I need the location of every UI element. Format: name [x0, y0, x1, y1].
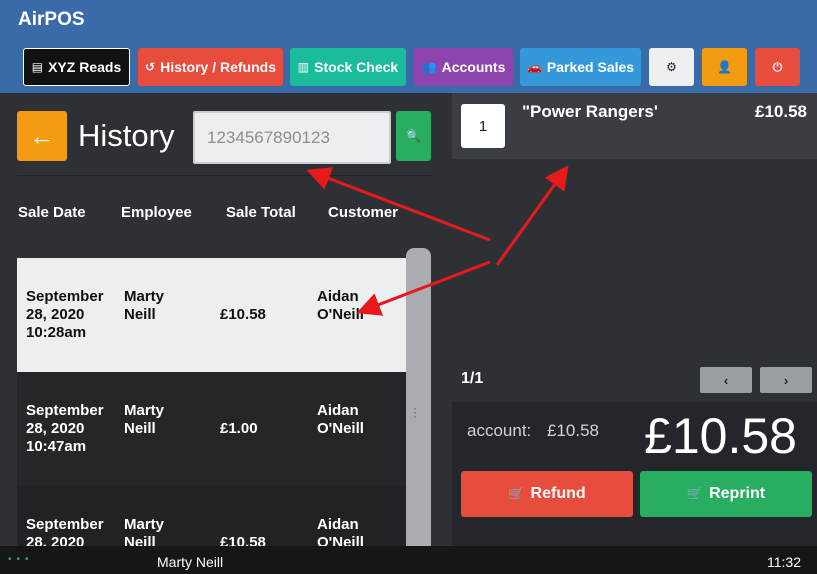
status-time: 11:32	[767, 554, 801, 570]
connection-status-icon: •••	[8, 554, 34, 565]
cell-customer: Aidan O'Neill	[317, 516, 364, 546]
cart-icon: 🛒	[508, 486, 525, 501]
back-button[interactable]: ←	[17, 111, 67, 161]
search-input[interactable]	[193, 111, 391, 164]
car-icon: 🚗	[526, 60, 542, 74]
history-table: September 28, 2020 10:28am Marty Neill £…	[17, 258, 406, 546]
page-title: History	[78, 118, 175, 153]
cell-sale-total: £10.58	[220, 534, 266, 546]
history-icon: ↺	[145, 60, 156, 74]
cell-customer: Aidan O'Neill	[317, 402, 364, 437]
account-value: £10.58	[547, 421, 599, 440]
totals-panel: account: £10.58 £10.58 🛒 Refund 🛒 Reprin…	[452, 402, 817, 546]
column-header-sale-total[interactable]: Sale Total	[226, 204, 296, 221]
stock-check-button[interactable]: ▥ Stock Check	[290, 48, 406, 86]
cart-icon: 🛒	[686, 486, 704, 501]
cell-employee: Marty Neill	[124, 402, 165, 437]
history-refunds-label: History / Refunds	[160, 59, 276, 75]
accounts-label: Accounts	[441, 59, 506, 75]
sale-panel: 1 "Power Rangers' £10.58 1/1 ‹ › account…	[452, 93, 817, 546]
user-button[interactable]: 👤	[702, 48, 747, 86]
divider	[17, 175, 433, 176]
page-indicator: 1/1	[461, 370, 484, 387]
cell-sale-total: £1.00	[220, 420, 258, 437]
stock-check-label: Stock Check	[314, 59, 399, 75]
item-price: £10.58	[755, 102, 807, 121]
parked-sales-button[interactable]: 🚗 Parked Sales	[520, 48, 641, 86]
power-icon: ⏻	[772, 59, 783, 74]
user-icon: 👤	[717, 60, 732, 74]
table-row[interactable]: September 28, 2020 Marty Neill £10.58 Ai…	[17, 486, 406, 546]
logout-button[interactable]: ⏻	[755, 48, 800, 86]
history-panel: ← History 🔍 Sale Date Employee Sale Tota…	[0, 93, 450, 546]
sale-item-row[interactable]: 1 "Power Rangers' £10.58	[452, 93, 817, 159]
search-button[interactable]: 🔍	[396, 111, 431, 161]
cell-sale-date: September 28, 2020	[26, 516, 104, 546]
next-page-button[interactable]: ›	[760, 367, 812, 393]
xyz-reads-label: XYZ Reads	[48, 59, 122, 75]
column-header-employee[interactable]: Employee	[121, 204, 192, 221]
users-icon: 👥	[421, 60, 437, 74]
cell-employee: Marty Neill	[124, 516, 165, 546]
column-header-sale-date[interactable]: Sale Date	[18, 204, 86, 221]
barcode-icon: ▥	[297, 60, 310, 74]
grand-total: £10.58	[644, 408, 797, 464]
item-quantity[interactable]: 1	[461, 104, 505, 148]
status-user: Marty Neill	[157, 554, 224, 570]
chevron-right-icon: ›	[783, 372, 789, 388]
search-icon: 🔍	[406, 129, 421, 143]
history-refunds-button[interactable]: ↺ History / Refunds	[138, 48, 283, 86]
table-row[interactable]: September 28, 2020 10:47am Marty Neill £…	[17, 372, 406, 486]
account-label: account:	[467, 421, 532, 440]
settings-button[interactable]: ⚙	[649, 48, 694, 86]
cell-sale-date: September 28, 2020 10:47am	[26, 402, 104, 455]
accounts-button[interactable]: 👥 Accounts	[414, 48, 513, 86]
app-title: AirPOS	[18, 9, 85, 30]
cell-sale-total: £10.58	[220, 306, 266, 323]
cell-sale-date: September 28, 2020 10:28am	[26, 288, 104, 341]
status-bar: ••• Marty Neill 11:32	[0, 546, 817, 574]
top-bar: AirPOS ▤ XYZ Reads ↺ History / Refunds ▥…	[0, 0, 817, 93]
parked-sales-label: Parked Sales	[546, 59, 635, 75]
item-name: "Power Rangers'	[522, 102, 658, 121]
xyz-reads-button[interactable]: ▤ XYZ Reads	[23, 48, 130, 86]
refund-label: Refund	[530, 485, 586, 502]
list-icon: ▤	[31, 60, 44, 74]
cell-customer: Aidan O'Neill	[317, 288, 364, 323]
scrollbar[interactable]	[406, 248, 431, 546]
scroll-grip-icon: · · ·	[413, 401, 417, 423]
reprint-label: Reprint	[709, 485, 766, 502]
reprint-button[interactable]: 🛒 Reprint	[640, 471, 812, 517]
chevron-left-icon: ‹	[723, 372, 729, 388]
gear-icon: ⚙	[666, 60, 677, 74]
cell-employee: Marty Neill	[124, 288, 165, 323]
arrow-left-icon: ←	[29, 120, 55, 151]
table-row[interactable]: September 28, 2020 10:28am Marty Neill £…	[17, 258, 406, 372]
prev-page-button[interactable]: ‹	[700, 367, 752, 393]
column-header-customer[interactable]: Customer	[328, 204, 398, 221]
refund-button[interactable]: 🛒 Refund	[461, 471, 633, 517]
